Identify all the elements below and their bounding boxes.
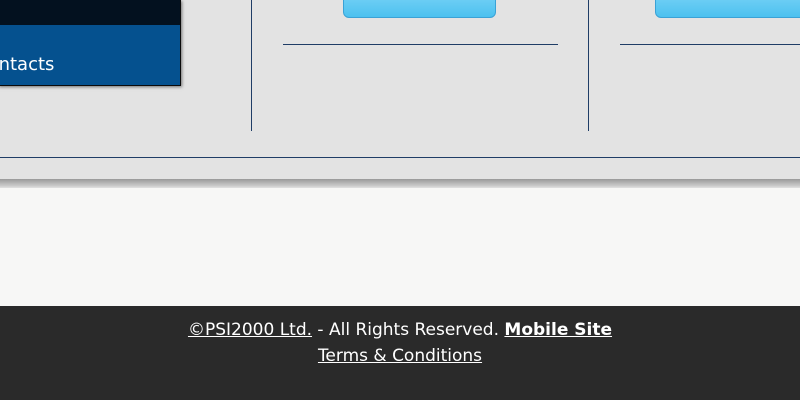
page-body-area [0, 188, 800, 306]
column-divider-left [251, 0, 252, 131]
nav-menu-header [0, 0, 180, 25]
feature-tab-button-2[interactable] [655, 0, 800, 18]
nav-menu: Contacts [0, 0, 181, 86]
upper-content-area: Contacts [0, 0, 800, 190]
column-underline-1 [283, 44, 558, 45]
footer-line-copyright: ©PSI2000 Ltd. - All Rights Reserved. Mob… [0, 319, 800, 341]
copyright-link[interactable]: ©PSI2000 Ltd. [188, 320, 312, 340]
footer-line-terms: Terms & Conditions [0, 345, 800, 367]
site-footer: ©PSI2000 Ltd. - All Rights Reserved. Mob… [0, 306, 800, 400]
rights-text: - All Rights Reserved. [312, 320, 505, 340]
column-underline-2 [620, 44, 800, 45]
content-bottom-border [0, 157, 800, 158]
mobile-site-link[interactable]: Mobile Site [504, 320, 612, 340]
nav-item-contacts[interactable]: Contacts [0, 25, 180, 85]
terms-conditions-link[interactable]: Terms & Conditions [318, 346, 482, 366]
column-divider-right [588, 0, 589, 131]
nav-item-label: Contacts [0, 54, 55, 75]
feature-tab-button-1[interactable] [343, 0, 496, 18]
